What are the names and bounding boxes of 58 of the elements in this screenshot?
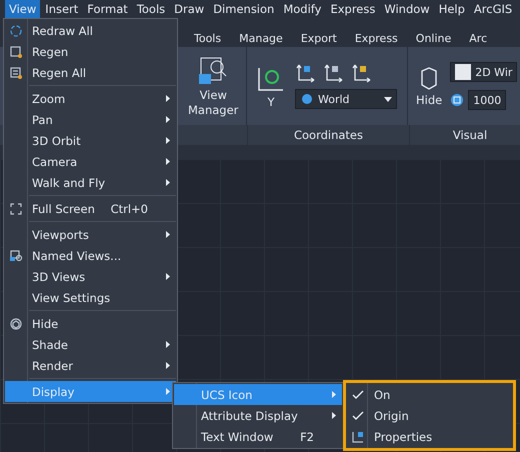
menu-item[interactable]: Pan	[5, 109, 176, 130]
refresh-icon	[9, 24, 23, 38]
ribbon-tab[interactable]: Arc	[460, 32, 496, 45]
menu-bar-item[interactable]: Insert	[41, 0, 82, 19]
menu-item[interactable]: Regen All	[5, 62, 176, 83]
menu-item[interactable]: On	[347, 384, 512, 405]
menu-item[interactable]: Full Screen Ctrl+0	[5, 198, 176, 219]
menu-bar-item[interactable]: Tools	[132, 0, 170, 19]
menu-item[interactable]: Hide	[5, 313, 176, 334]
ucs-properties-icon	[351, 430, 365, 444]
view-manager-button[interactable]: View Manager	[186, 53, 240, 119]
menu-item[interactable]: View Settings	[5, 287, 176, 308]
dropdown-arrow-icon	[384, 96, 392, 102]
hide-button[interactable]: Hide	[414, 64, 444, 108]
ribbon-tab[interactable]: Manage	[230, 32, 292, 45]
ribbon-tab[interactable]: Express	[346, 32, 407, 45]
menu-item[interactable]: Walk and Fly	[5, 172, 176, 193]
check-icon	[352, 390, 364, 400]
menu-bar-item[interactable]: Format	[83, 0, 132, 19]
menu-item[interactable]: Text Window F2	[174, 426, 342, 447]
menu-item[interactable]: Redraw All	[5, 20, 176, 41]
menu-bar-item[interactable]: Help	[434, 0, 469, 19]
menu-bar-item[interactable]: Modify	[279, 0, 326, 19]
fullscreen-icon	[9, 202, 23, 216]
ribbon-tab[interactable]: Export	[292, 32, 346, 45]
menu-item[interactable]: Regen	[5, 41, 176, 62]
ucs-icon	[295, 63, 317, 83]
menu-item[interactable]: Camera	[5, 151, 176, 172]
ucs-icon	[351, 63, 373, 83]
menu-item[interactable]: Origin	[347, 405, 512, 426]
menu-bar-item[interactable]: View	[5, 0, 40, 19]
ribbon-tab[interactable]: Online	[406, 32, 460, 45]
style-preview-icon	[455, 64, 472, 80]
visual-style-dropdown[interactable]: 2D Wir	[450, 62, 518, 82]
cube-icon	[9, 316, 23, 330]
menu-item[interactable]: Properties	[347, 426, 512, 447]
menu-item[interactable]: Shade	[5, 334, 176, 355]
value-field[interactable]: 1000	[468, 90, 506, 110]
ucs-icon	[323, 63, 345, 83]
ribbon-tab[interactable]: Tools	[185, 32, 230, 45]
menu-item[interactable]: Attribute Display	[174, 405, 342, 426]
ucs-dropdown[interactable]: World	[295, 89, 397, 109]
menu-item[interactable]: 3D Views	[5, 266, 176, 287]
menu-item[interactable]: Named Views...	[5, 245, 176, 266]
menu-item[interactable]: 3D Orbit	[5, 130, 176, 151]
menu-bar-item[interactable]: Dimension	[209, 0, 278, 19]
check-icon	[352, 410, 364, 420]
menu-item[interactable]: Viewports	[5, 224, 176, 245]
ucs-button[interactable]: Y	[253, 62, 289, 110]
menu-item[interactable]: Zoom	[5, 88, 176, 109]
menu-item[interactable]: Render	[5, 355, 176, 376]
menu-bar-item[interactable]: Window	[380, 0, 434, 19]
regen-icon	[9, 44, 23, 58]
window-search-icon	[9, 248, 23, 262]
menu-bar-item[interactable]: ArcGIS	[470, 0, 516, 19]
menu-bar-item[interactable]: Draw	[170, 0, 208, 19]
regen-icon	[9, 66, 23, 80]
menu-bar-item[interactable]: Express	[326, 0, 380, 19]
